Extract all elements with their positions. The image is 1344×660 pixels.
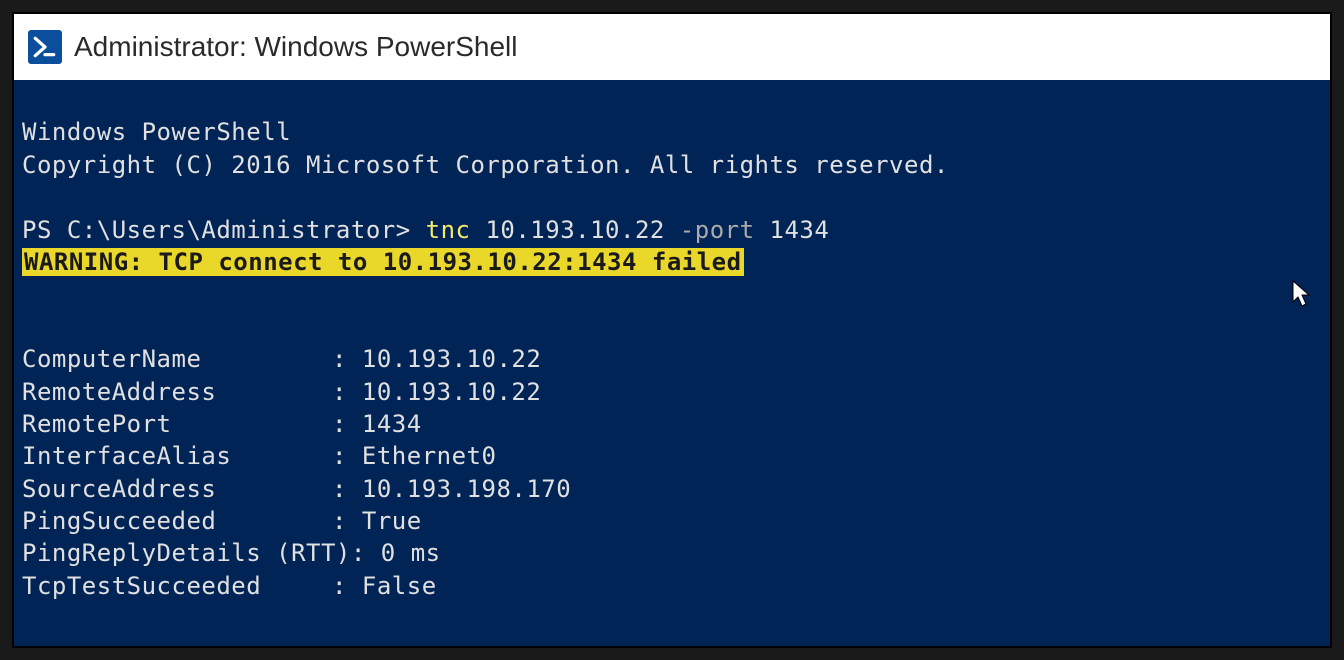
result-key: ComputerName bbox=[22, 343, 332, 375]
result-separator: : bbox=[351, 539, 381, 567]
result-value: True bbox=[362, 507, 422, 535]
result-key: SourceAddress bbox=[22, 473, 332, 505]
result-separator: : bbox=[332, 572, 362, 600]
command-arg-host: 10.193.10.22 bbox=[485, 216, 664, 244]
result-key: RemotePort bbox=[22, 408, 332, 440]
result-value: 10.193.10.22 bbox=[362, 345, 541, 373]
warning-message: WARNING: TCP connect to 10.193.10.22:143… bbox=[22, 248, 744, 276]
command-param-port: -port bbox=[680, 216, 755, 244]
window-title: Administrator: Windows PowerShell bbox=[74, 31, 518, 63]
result-row: ComputerName: 10.193.10.22 bbox=[22, 345, 541, 373]
result-separator: : bbox=[332, 442, 362, 470]
result-key: PingReplyDetails (RTT) bbox=[22, 537, 351, 569]
result-value: 0 ms bbox=[381, 539, 441, 567]
prompt: PS C:\Users\Administrator> bbox=[22, 216, 411, 244]
result-row: RemoteAddress: 10.193.10.22 bbox=[22, 378, 541, 406]
result-separator: : bbox=[332, 475, 362, 503]
result-value: 1434 bbox=[362, 410, 422, 438]
result-row: RemotePort: 1434 bbox=[22, 410, 422, 438]
result-separator: : bbox=[332, 507, 362, 535]
result-value: Ethernet0 bbox=[362, 442, 497, 470]
result-key: TcpTestSucceeded bbox=[22, 570, 332, 602]
result-separator: : bbox=[332, 410, 362, 438]
prompt-line: PS C:\Users\Administrator> tnc 10.193.10… bbox=[22, 216, 829, 244]
result-separator: : bbox=[332, 378, 362, 406]
banner-line-2: Copyright (C) 2016 Microsoft Corporation… bbox=[22, 151, 949, 179]
result-value: 10.193.198.170 bbox=[362, 475, 571, 503]
banner-line-1: Windows PowerShell bbox=[22, 118, 291, 146]
titlebar[interactable]: Administrator: Windows PowerShell bbox=[14, 14, 1330, 80]
result-row: InterfaceAlias: Ethernet0 bbox=[22, 442, 496, 470]
result-separator: : bbox=[332, 345, 362, 373]
terminal-output[interactable]: Windows PowerShell Copyright (C) 2016 Mi… bbox=[14, 80, 1330, 646]
command: tnc bbox=[426, 216, 471, 244]
result-value: False bbox=[362, 572, 437, 600]
result-row: PingSucceeded: True bbox=[22, 507, 422, 535]
result-key: InterfaceAlias bbox=[22, 440, 332, 472]
result-row: SourceAddress: 10.193.198.170 bbox=[22, 475, 571, 503]
result-key: RemoteAddress bbox=[22, 376, 332, 408]
result-row: PingReplyDetails (RTT): 0 ms bbox=[22, 539, 441, 567]
command-arg-port: 1434 bbox=[770, 216, 830, 244]
result-key: PingSucceeded bbox=[22, 505, 332, 537]
powershell-icon bbox=[28, 30, 62, 64]
result-value: 10.193.10.22 bbox=[362, 378, 541, 406]
result-row: TcpTestSucceeded: False bbox=[22, 572, 437, 600]
powershell-window: Administrator: Windows PowerShell Window… bbox=[12, 12, 1332, 648]
